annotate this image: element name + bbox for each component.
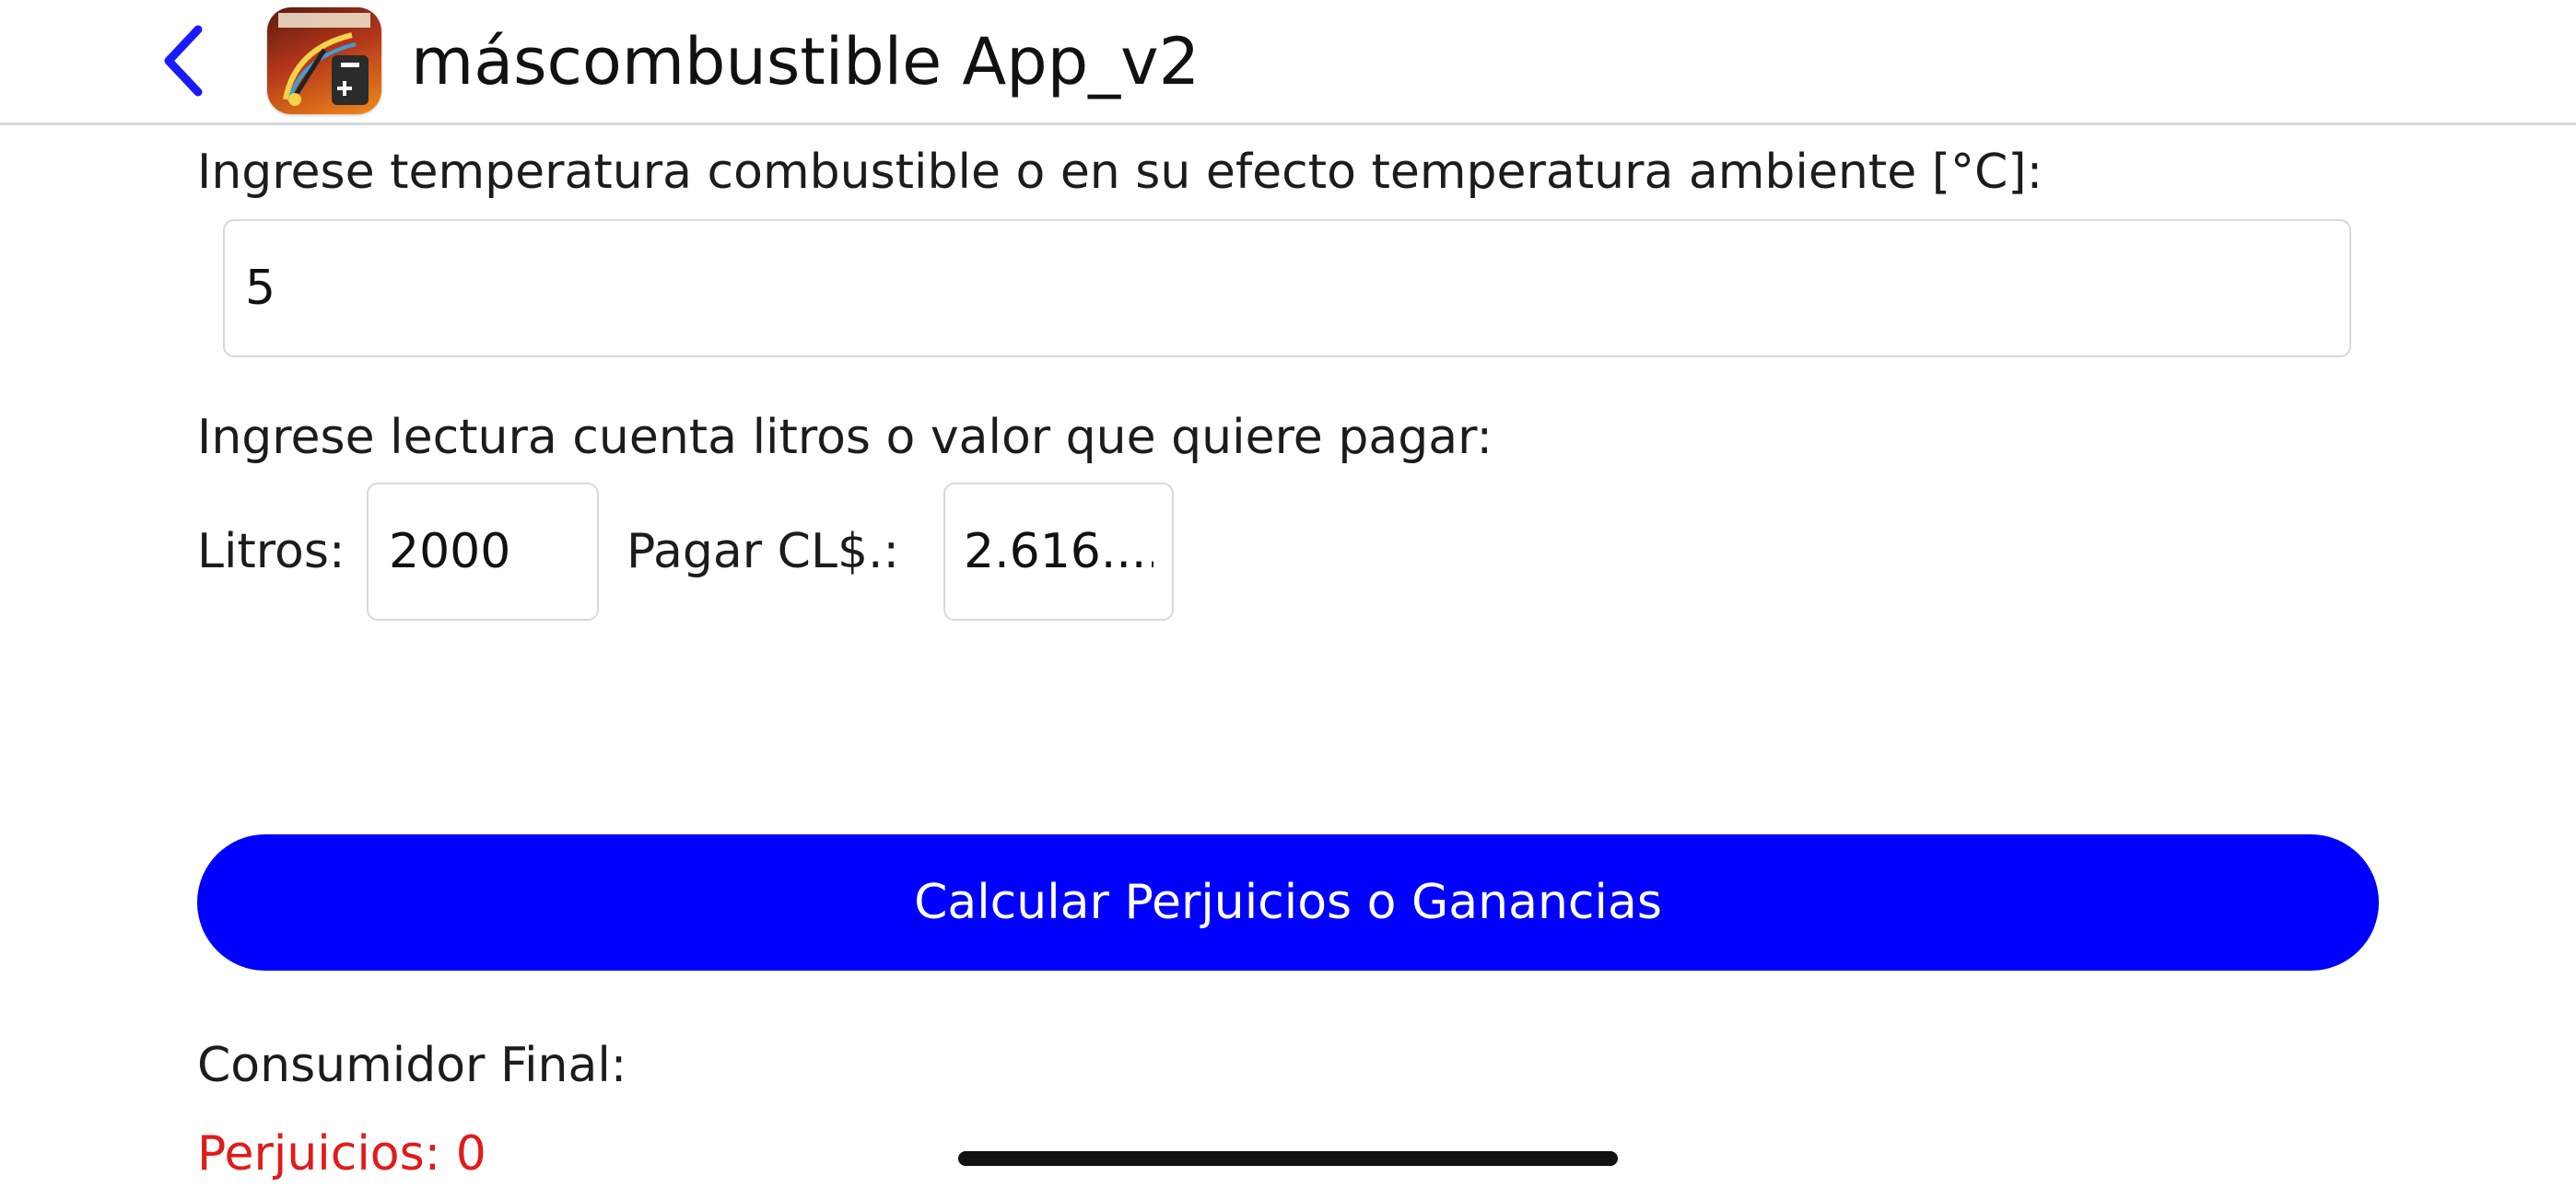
consumer-label: Consumidor Final: [197,1038,627,1093]
losses-result: Perjuicios: 0 [197,1126,486,1182]
liters-input[interactable] [367,483,599,621]
temperature-label: Ingrese temperatura combustible o en su … [197,145,2043,200]
navigation-bar: máscombustible App_v2 [0,0,2576,125]
reading-label: Ingrese lectura cuenta litros o valor qu… [197,410,1493,465]
chevron-left-icon [164,25,203,97]
home-indicator[interactable] [958,1151,1618,1166]
app-logo-icon [267,7,381,114]
back-button[interactable] [147,15,221,107]
liters-label: Litros: [197,524,345,579]
pay-input[interactable] [943,483,1174,621]
app-title: máscombustible App_v2 [411,24,1200,99]
calculate-button[interactable]: Calcular Perjuicios o Ganancias [197,834,2379,971]
pay-label: Pagar CL$.: [626,524,900,579]
temperature-input[interactable] [223,219,2351,357]
